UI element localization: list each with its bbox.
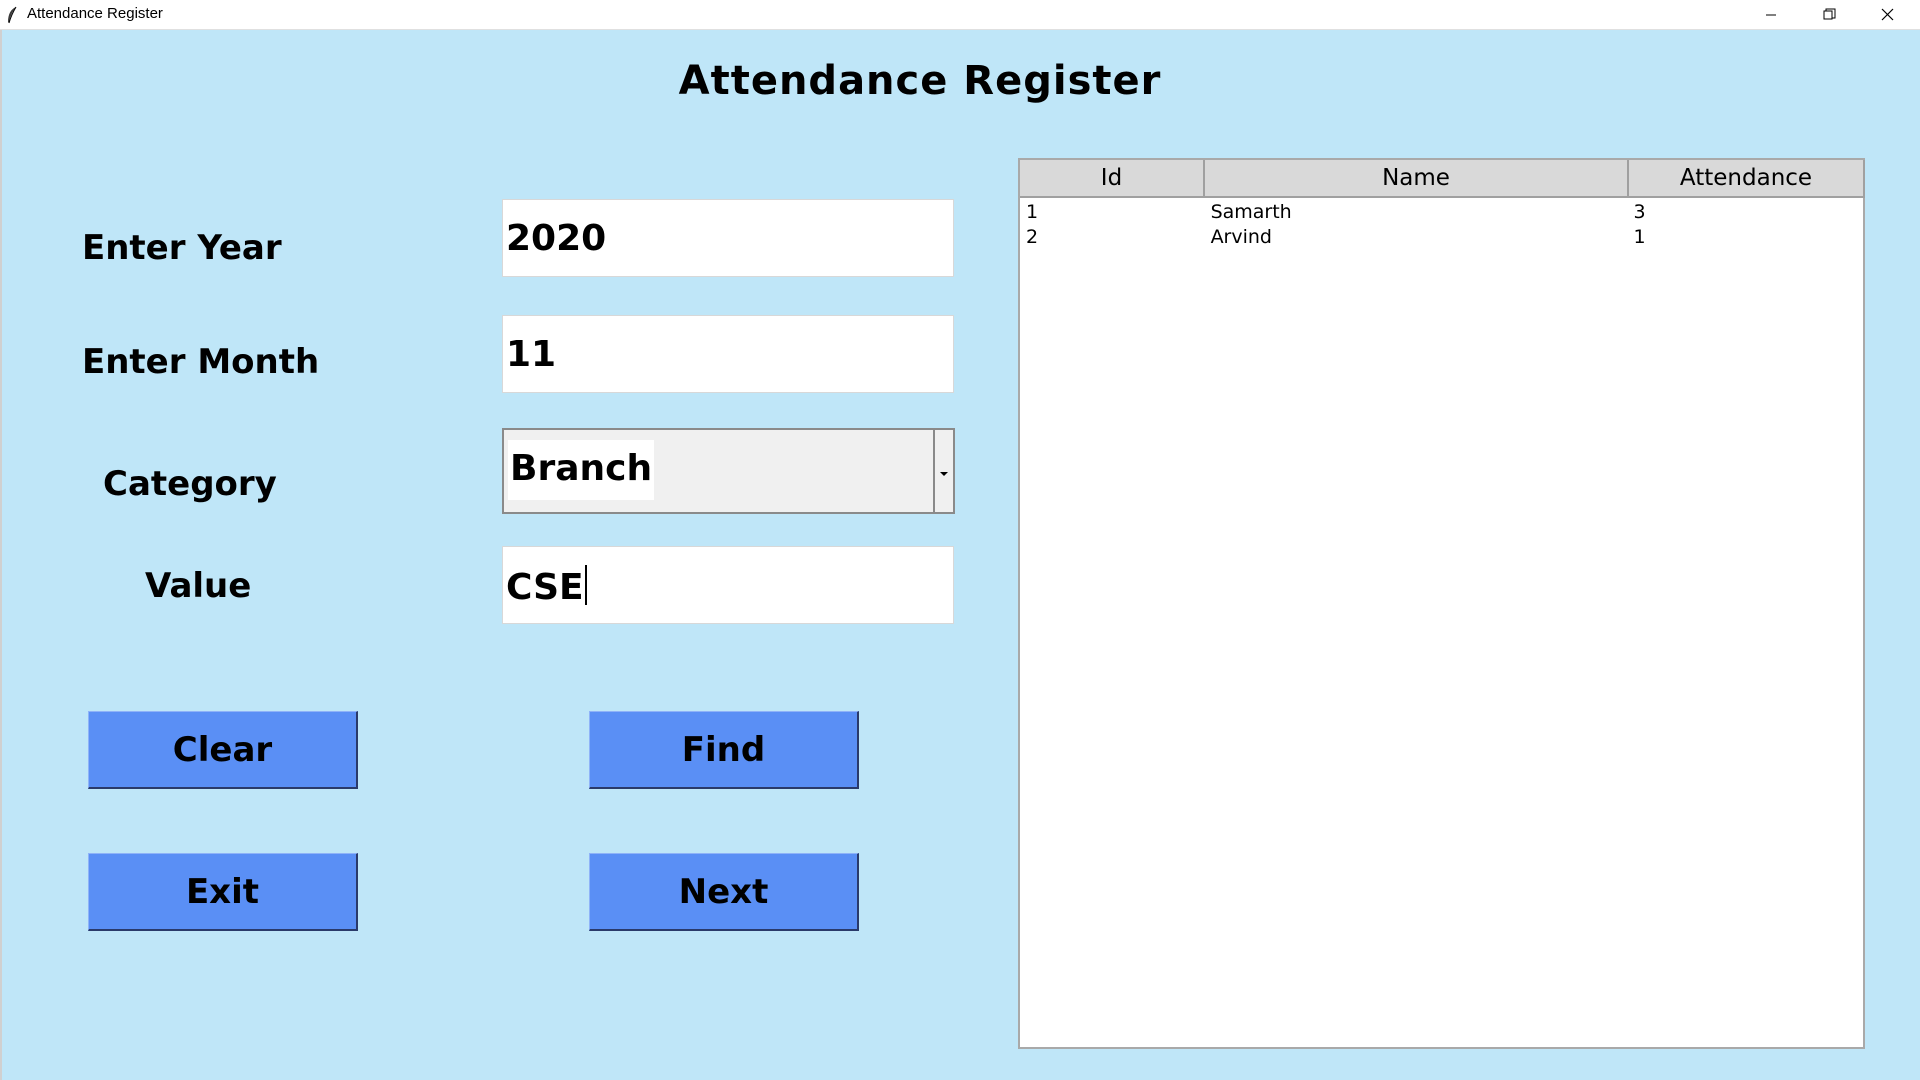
cell-attendance: 3	[1633, 201, 1646, 223]
cell-name: Samarth	[1210, 201, 1292, 223]
exit-button[interactable]: Exit	[88, 853, 358, 931]
close-button[interactable]	[1858, 0, 1916, 29]
minimize-icon	[1765, 9, 1777, 21]
category-label: Category	[103, 464, 277, 504]
restore-icon	[1823, 8, 1836, 21]
cell-id: 1	[1026, 201, 1039, 223]
title-bar[interactable]: Attendance Register	[0, 0, 1920, 30]
value-label: Value	[145, 566, 252, 606]
minimize-button[interactable]	[1742, 0, 1800, 29]
text-cursor	[584, 565, 587, 605]
category-select[interactable]: Branch	[502, 428, 955, 514]
dropdown-button[interactable]	[933, 430, 953, 512]
clear-button[interactable]: Clear	[88, 711, 358, 789]
table-row[interactable]: 1 Samarth 3	[1020, 200, 1863, 225]
month-input-value: 11	[506, 334, 557, 375]
value-input-value: CSE	[506, 567, 584, 608]
restore-button[interactable]	[1800, 0, 1858, 29]
window-left-border	[0, 30, 2, 1080]
column-header-attendance[interactable]: Attendance	[1629, 160, 1865, 198]
table-row[interactable]: 2 Arvind 1	[1020, 225, 1863, 250]
month-input[interactable]: 11	[502, 315, 954, 393]
window-title: Attendance Register	[27, 5, 163, 22]
month-label: Enter Month	[82, 342, 320, 382]
year-label: Enter Year	[82, 228, 282, 268]
next-button[interactable]: Next	[589, 853, 859, 931]
column-header-name[interactable]: Name	[1205, 160, 1629, 198]
cell-id: 2	[1026, 226, 1039, 248]
chevron-down-icon	[939, 462, 949, 481]
value-input[interactable]: CSE	[502, 546, 954, 624]
table-body: 1 Samarth 3 2 Arvind 1	[1020, 200, 1863, 250]
year-input[interactable]: 2020	[502, 199, 954, 277]
page-title: Attendance Register	[678, 58, 1162, 104]
table-header: Id Name Attendance	[1020, 160, 1865, 198]
feather-app-icon	[6, 6, 18, 24]
app-window: Attendance Register Attendance Register …	[0, 0, 1920, 1080]
category-selected-value: Branch	[508, 440, 655, 500]
year-input-value: 2020	[506, 218, 607, 259]
attendance-table[interactable]: Id Name Attendance 1 Samarth 3 2 Arvind …	[1018, 158, 1865, 1049]
cell-name: Arvind	[1210, 226, 1272, 248]
column-header-id[interactable]: Id	[1020, 160, 1205, 198]
close-icon	[1881, 8, 1894, 21]
cell-attendance: 1	[1633, 226, 1646, 248]
find-button[interactable]: Find	[589, 711, 859, 789]
